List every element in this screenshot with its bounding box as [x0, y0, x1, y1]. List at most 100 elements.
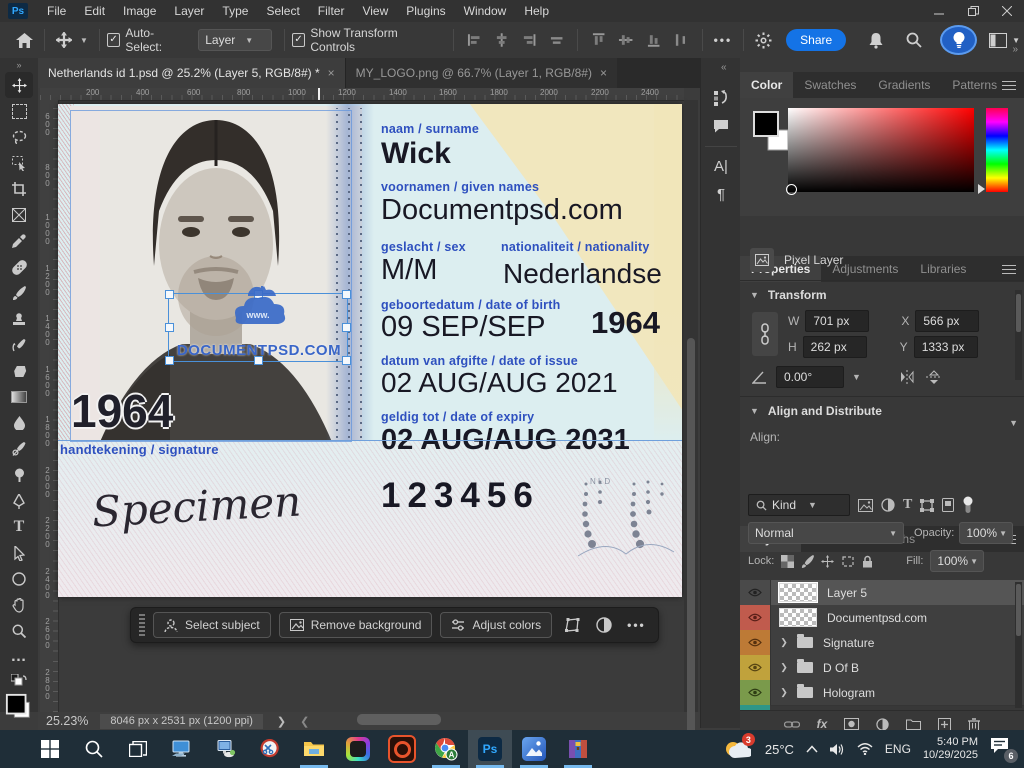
language-indicator[interactable]: ENG	[885, 742, 911, 756]
chevron-down-icon[interactable]: ▼	[76, 36, 92, 45]
scroll-left-icon[interactable]: ❮	[300, 715, 309, 728]
add-mask-icon[interactable]	[844, 718, 859, 730]
filter-pixel-layers-icon[interactable]	[858, 499, 873, 512]
character-panel-icon[interactable]: A|	[708, 154, 734, 178]
lock-artboard-icon[interactable]	[841, 555, 855, 568]
lasso-tool[interactable]	[5, 124, 33, 150]
properties-scrollbar[interactable]	[1015, 290, 1022, 380]
expand-group-chevron-icon[interactable]: ❯	[771, 687, 797, 698]
width-field[interactable]: 701 px	[805, 310, 869, 332]
notifications-bell-icon[interactable]	[864, 32, 888, 49]
blend-mode-dropdown[interactable]: Normal ▼	[748, 522, 904, 544]
filter-type-layers-icon[interactable]: T	[903, 497, 912, 513]
move-tool-option-icon[interactable]	[52, 32, 76, 48]
layer-name[interactable]: Layer 5	[827, 586, 867, 600]
vertical-scrollbar-thumb[interactable]	[687, 338, 695, 768]
layer-style-fx-icon[interactable]: fx	[817, 717, 828, 731]
select-subject-button[interactable]: Select subject	[153, 612, 271, 638]
dodge-tool[interactable]	[5, 462, 33, 488]
tab-patterns[interactable]: Patterns	[941, 72, 1008, 98]
orange-utility-app-icon[interactable]	[380, 730, 424, 768]
layer-name[interactable]: D Of B	[823, 661, 859, 675]
workspace-settings-gear-icon[interactable]	[751, 32, 776, 49]
eyedropper-tool[interactable]	[5, 228, 33, 254]
marquee-tool[interactable]	[5, 98, 33, 124]
foreground-background-swatch[interactable]	[5, 690, 33, 724]
snipping-tool-icon[interactable]	[248, 730, 292, 768]
photoshop-taskbar-icon[interactable]: Ps	[468, 730, 512, 768]
paragraph-panel-icon[interactable]: ¶	[708, 182, 734, 206]
object-selection-tool[interactable]	[5, 150, 33, 176]
new-group-icon[interactable]	[906, 718, 921, 730]
new-layer-icon[interactable]	[938, 718, 951, 731]
transform-handle[interactable]	[342, 323, 351, 332]
panel-menu-icon[interactable]	[1002, 264, 1016, 274]
blur-tool[interactable]	[5, 410, 33, 436]
expand-group-chevron-icon[interactable]: ❯	[771, 637, 797, 648]
auto-select-checkbox[interactable]: ✓	[107, 33, 121, 47]
align-section-header[interactable]: ▼Align and Distribute	[750, 404, 882, 418]
adjust-colors-button[interactable]: Adjust colors	[440, 612, 552, 638]
lock-all-icon[interactable]	[862, 555, 873, 568]
file-explorer-icon[interactable]	[292, 730, 336, 768]
menu-layer[interactable]: Layer	[165, 0, 213, 22]
history-panel-icon[interactable]	[708, 86, 734, 110]
layer-visibility-eye-icon[interactable]	[740, 630, 771, 655]
workspace-switcher-icon[interactable]: ▼	[985, 33, 1024, 48]
distribute-horizontal-centers-icon[interactable]	[549, 32, 564, 48]
move-tool[interactable]	[5, 72, 33, 98]
weather-widget[interactable]: 3	[723, 736, 753, 762]
frame-tool[interactable]	[5, 202, 33, 228]
home-icon[interactable]	[12, 33, 37, 48]
collapse-toolbar-icon[interactable]: »	[5, 58, 33, 72]
close-tab-icon[interactable]: ×	[600, 66, 607, 80]
share-button[interactable]: Share	[786, 29, 846, 51]
discover-lightbulb-icon[interactable]	[940, 25, 977, 55]
tab-libraries[interactable]: Libraries	[909, 256, 977, 282]
clone-stamp-tool[interactable]	[5, 306, 33, 332]
remote-computer-icon[interactable]	[204, 730, 248, 768]
tab-my-logo-png[interactable]: MY_LOGO.png @ 66.7% (Layer 1, RGB/8#) ×	[345, 58, 617, 88]
align-bottom-icon[interactable]	[646, 32, 661, 48]
this-pc-icon[interactable]	[160, 730, 204, 768]
canvas-id-card-document[interactable]: naam / surname Wick voornamen / given na…	[58, 104, 682, 597]
crop-tool[interactable]	[5, 176, 33, 202]
close-icon[interactable]	[990, 0, 1024, 22]
align-right-icon[interactable]	[521, 32, 536, 48]
chevron-down-icon[interactable]: ▼	[852, 372, 861, 382]
clock-widget[interactable]: 5:40 PM 10/29/2025	[923, 736, 978, 762]
start-button-icon[interactable]	[28, 730, 72, 768]
pen-tool[interactable]	[5, 488, 33, 514]
menu-edit[interactable]: Edit	[75, 0, 114, 22]
delete-layer-trash-icon[interactable]	[968, 718, 980, 731]
layer-thumbnail[interactable]	[779, 583, 817, 602]
layer-visibility-eye-icon[interactable]	[740, 605, 771, 630]
tab-color[interactable]: Color	[740, 72, 793, 98]
hue-slider[interactable]	[986, 108, 1008, 192]
remove-background-button[interactable]: Remove background	[279, 612, 433, 638]
filter-shape-layers-icon[interactable]	[920, 499, 934, 512]
angle-field[interactable]: 0.00°	[776, 366, 844, 388]
layer-visibility-eye-icon[interactable]	[740, 680, 771, 705]
tab-gradients[interactable]: Gradients	[867, 72, 941, 98]
layer-row-documentpsd[interactable]: Documentpsd.com	[740, 605, 1024, 631]
link-dimensions-icon[interactable]	[752, 312, 778, 356]
auto-select-target-dropdown[interactable]: Layer ▼	[198, 29, 272, 51]
zoom-level[interactable]: 25.23%	[46, 714, 88, 728]
align-top-icon[interactable]	[591, 32, 606, 48]
temperature-label[interactable]: 25°C	[765, 742, 794, 757]
add-adjustment-icon[interactable]	[876, 718, 889, 731]
menu-select[interactable]: Select	[257, 0, 308, 22]
horizontal-scrollbar-thumb[interactable]	[357, 714, 441, 725]
drag-handle[interactable]	[139, 614, 145, 636]
winrar-icon[interactable]	[556, 730, 600, 768]
height-field[interactable]: 262 px	[803, 336, 867, 358]
hand-tool[interactable]	[5, 592, 33, 618]
filter-smart-objects-icon[interactable]	[942, 498, 954, 512]
layer-name[interactable]: Hologram	[823, 686, 875, 700]
menu-type[interactable]: Type	[213, 0, 257, 22]
layer-name[interactable]: Signature	[823, 636, 874, 650]
notification-center-icon[interactable]: 6	[990, 737, 1014, 761]
taskbar-search-icon[interactable]	[72, 730, 116, 768]
layer-thumbnail[interactable]	[779, 608, 817, 627]
